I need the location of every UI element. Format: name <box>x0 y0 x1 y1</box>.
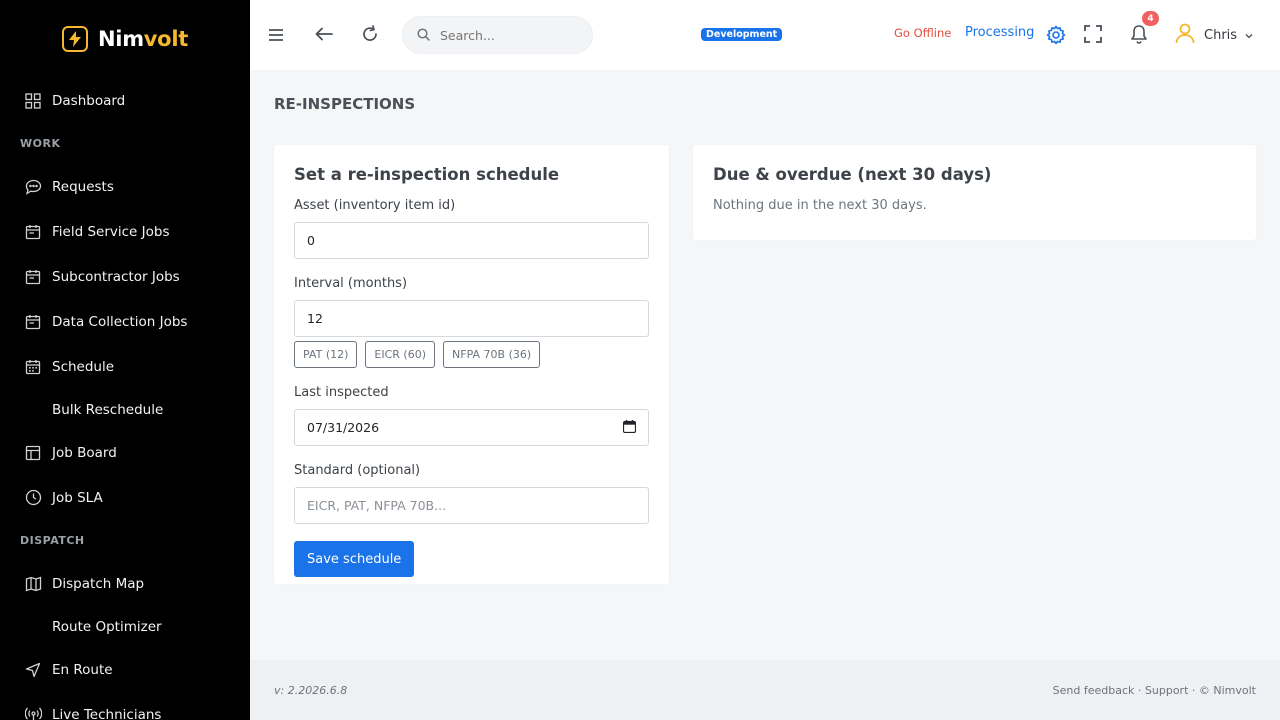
preset-pat-button[interactable]: PAT (12) <box>294 341 358 368</box>
asset-input[interactable]: 0 <box>294 222 649 259</box>
navigation-arrow-icon <box>24 661 42 679</box>
preset-nfpa-button[interactable]: NFPA 70B (36) <box>443 341 541 368</box>
interval-input[interactable]: 12 <box>294 300 649 337</box>
sidebar-item-label: Job SLA <box>52 489 103 506</box>
interval-label: Interval (months) <box>294 276 408 291</box>
sidebar-item-en-route[interactable]: En Route <box>0 647 250 692</box>
sidebar-section-dispatch: DISPATCH <box>20 534 85 547</box>
gear-icon[interactable] <box>1044 23 1068 47</box>
standard-label: Standard (optional) <box>294 463 421 478</box>
due-overdue-card: Due & overdue (next 30 days) Nothing due… <box>693 145 1256 240</box>
user-menu[interactable]: Chris <box>1174 22 1253 48</box>
sidebar-item-dashboard[interactable]: Dashboard <box>0 78 250 123</box>
last-inspected-value: 07/31/2026 <box>307 420 380 435</box>
sidebar-item-bulk-reschedule[interactable]: Bulk Reschedule <box>0 389 250 430</box>
calendar-icon <box>24 223 42 241</box>
bolt-icon <box>62 26 89 52</box>
sidebar-item-subcontractor-jobs[interactable]: Subcontractor Jobs <box>0 254 250 299</box>
app-version: v: 2.2026.6.8 <box>274 683 348 697</box>
save-schedule-button[interactable]: Save schedule <box>294 541 415 577</box>
sidebar: Nimvolt Dashboard WORK Requests Field Se… <box>0 0 250 720</box>
calendar-picker-icon[interactable] <box>622 419 637 436</box>
map-icon <box>24 575 42 593</box>
asset-label: Asset (inventory item id) <box>294 198 456 213</box>
sidebar-section-work: WORK <box>20 137 61 150</box>
sidebar-item-label: Dashboard <box>52 92 126 109</box>
last-inspected-date-input[interactable]: 07/31/2026 <box>294 409 649 446</box>
sidebar-item-label: Live Technicians <box>52 706 162 720</box>
footer: v: 2.2026.6.8 Send feedback · Support · … <box>250 660 1280 720</box>
sidebar-nav: Dashboard WORK Requests Field Service Jo… <box>0 78 250 720</box>
sidebar-item-dispatch-map[interactable]: Dispatch Map <box>0 561 250 606</box>
sidebar-item-label: Field Service Jobs <box>52 223 170 240</box>
brand[interactable]: Nimvolt <box>0 0 250 78</box>
topbar: Development Go Offline Processing 4 Chri… <box>250 0 1280 70</box>
page-title: RE-INSPECTIONS <box>274 95 416 113</box>
sidebar-item-job-board[interactable]: Job Board <box>0 430 250 475</box>
calendar-icon <box>24 268 42 286</box>
user-avatar-icon <box>1174 22 1196 48</box>
sidebar-item-requests[interactable]: Requests <box>0 164 250 209</box>
support-link[interactable]: Support <box>1145 684 1188 697</box>
sidebar-item-label: Subcontractor Jobs <box>52 268 180 285</box>
fullscreen-icon[interactable] <box>1081 22 1105 46</box>
schedule-form-card: Set a re-inspection schedule Asset (inve… <box>274 145 669 584</box>
due-overdue-heading: Due & overdue (next 30 days) <box>713 165 992 184</box>
sidebar-item-label: Bulk Reschedule <box>52 401 164 418</box>
back-arrow-icon[interactable] <box>312 22 336 46</box>
due-empty-message: Nothing due in the next 30 days. <box>713 198 927 213</box>
sidebar-item-label: Route Optimizer <box>52 618 162 635</box>
sidebar-item-job-sla[interactable]: Job SLA <box>0 475 250 520</box>
sidebar-item-schedule[interactable]: Schedule <box>0 344 250 389</box>
schedule-form-heading: Set a re-inspection schedule <box>294 165 560 184</box>
broadcast-icon <box>24 706 42 720</box>
copyright: © Nimvolt <box>1198 683 1256 697</box>
sidebar-item-data-collection-jobs[interactable]: Data Collection Jobs <box>0 299 250 344</box>
environment-badge: Development <box>701 28 783 41</box>
footer-separator: · <box>1188 683 1199 697</box>
notification-count-badge: 4 <box>1142 11 1159 26</box>
sidebar-item-route-optimizer[interactable]: Route Optimizer <box>0 606 250 647</box>
last-inspected-label: Last inspected <box>294 385 389 400</box>
search-icon <box>417 26 430 45</box>
standard-input[interactable]: EICR, PAT, NFPA 70B... <box>294 487 649 524</box>
footer-separator: · <box>1134 683 1145 697</box>
sidebar-item-field-service-jobs[interactable]: Field Service Jobs <box>0 209 250 254</box>
processing-status[interactable]: Processing <box>965 25 1034 40</box>
sidebar-item-label: Job Board <box>52 444 117 461</box>
chat-icon <box>24 178 42 196</box>
grid-icon <box>24 92 42 110</box>
refresh-icon[interactable] <box>358 22 382 46</box>
sidebar-item-live-technicians[interactable]: Live Technicians <box>0 692 250 720</box>
sidebar-item-label: Requests <box>52 178 114 195</box>
sidebar-item-label: En Route <box>52 661 113 678</box>
go-offline-link[interactable]: Go Offline <box>894 26 951 40</box>
calendar-icon <box>24 313 42 331</box>
sidebar-item-label: Data Collection Jobs <box>52 313 188 330</box>
user-name: Chris <box>1204 27 1238 43</box>
search-input[interactable] <box>440 27 580 43</box>
footer-links: Send feedback · Support · © Nimvolt <box>1053 684 1256 697</box>
sidebar-item-label: Dispatch Map <box>52 575 145 592</box>
chevron-down-icon <box>1245 28 1253 43</box>
brand-name: Nimvolt <box>98 27 188 51</box>
interval-presets: PAT (12) EICR (60) NFPA 70B (36) <box>294 341 649 368</box>
calendar-grid-icon <box>24 358 42 376</box>
board-icon <box>24 444 42 462</box>
search-box <box>402 16 593 54</box>
menu-icon[interactable] <box>264 23 288 47</box>
sidebar-item-label: Schedule <box>52 358 115 375</box>
preset-eicr-button[interactable]: EICR (60) <box>365 341 436 368</box>
send-feedback-link[interactable]: Send feedback <box>1053 684 1135 697</box>
clock-icon <box>24 489 42 507</box>
